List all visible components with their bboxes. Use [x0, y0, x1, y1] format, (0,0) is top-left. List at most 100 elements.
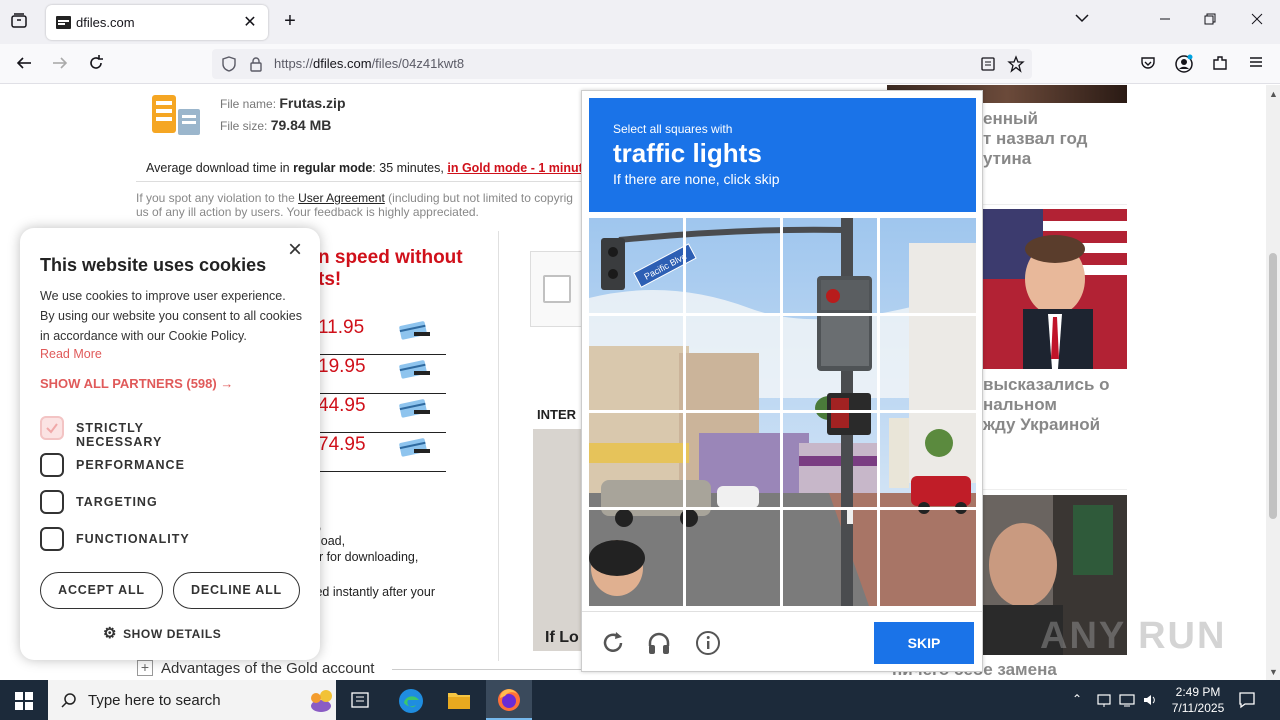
targeting-checkbox[interactable]: [40, 490, 64, 514]
price-value: 11.95: [318, 317, 365, 338]
gold-benefits-text: , load, er for downloading,: [312, 518, 419, 564]
price-row[interactable]: 74.95: [300, 434, 446, 472]
firefox-icon: [498, 689, 520, 711]
read-more-link[interactable]: Read More: [40, 347, 102, 361]
notification-icon[interactable]: [1238, 691, 1256, 709]
site-favicon-icon: [56, 16, 71, 29]
violation-notice: If you spot any violation to the User Ag…: [136, 191, 573, 219]
search-icon: [61, 693, 76, 708]
decline-all-button[interactable]: DECLINE ALL: [173, 572, 300, 609]
tab-list-icon[interactable]: [8, 12, 30, 35]
list-all-tabs-icon[interactable]: [1072, 10, 1092, 31]
audio-challenge-icon[interactable]: [646, 630, 672, 656]
navigation-toolbar: https://dfiles.com/files/04z41kwt8: [0, 44, 1280, 84]
watermark-text: ANY RUN: [1040, 615, 1227, 657]
file-name: Frutas.zip: [279, 95, 346, 111]
payment-card-icon: [399, 399, 430, 418]
news-headline-1[interactable]: енный т назвал год утина: [983, 109, 1087, 169]
functionality-checkbox[interactable]: [40, 527, 64, 551]
show-partners-link[interactable]: SHOW ALL PARTNERS (598) →: [40, 376, 233, 391]
shield-icon[interactable]: [221, 56, 237, 72]
payment-card-icon: [399, 438, 430, 457]
task-view-icon[interactable]: [350, 691, 370, 709]
windows-taskbar: Type here to search ⌃ 2:49 PM 7/11/2025: [0, 680, 1280, 720]
bookmark-star-icon[interactable]: [1007, 55, 1025, 73]
payment-card-icon: [399, 360, 430, 379]
restore-icon[interactable]: [1200, 12, 1220, 30]
price-value: 74.95: [318, 434, 366, 455]
taskbar-search-box[interactable]: Type here to search: [48, 680, 336, 720]
gold-promo-heading: n speed without ts!: [318, 247, 463, 290]
captcha-image-grid[interactable]: Pacific Blvd: [589, 218, 976, 606]
captcha-target: traffic lights: [613, 138, 762, 168]
cookie-close-icon[interactable]: ×: [288, 236, 302, 264]
advantages-heading[interactable]: Advantages of the Gold account: [161, 660, 374, 677]
ad-image: [533, 429, 583, 651]
url-text[interactable]: https://dfiles.com/files/04z41kwt8: [274, 56, 464, 71]
file-size: 79.84 MB: [270, 117, 332, 133]
lock-icon[interactable]: [249, 56, 263, 72]
new-tab-icon[interactable]: +: [280, 10, 300, 33]
cookie-consent-dialog: × This website uses cookies We use cooki…: [20, 228, 320, 660]
window-close-icon[interactable]: [1247, 12, 1267, 30]
firefox-taskbar-button[interactable]: [486, 680, 532, 720]
gold-mode-link[interactable]: in Gold mode - 1 minut: [447, 161, 582, 175]
search-placeholder: Type here to search: [88, 692, 221, 709]
browser-tab-bar: dfiles.com ✕ +: [0, 0, 1280, 44]
address-bar[interactable]: https://dfiles.com/files/04z41kwt8: [212, 49, 1032, 79]
tray-chevron-icon[interactable]: ⌃: [1072, 692, 1082, 706]
captcha-challenge: Select all squares with traffic lights I…: [581, 90, 983, 672]
captcha-instruction: Select all squares with: [613, 122, 733, 136]
clock[interactable]: 2:49 PM 7/11/2025: [1170, 684, 1226, 716]
cookie-description: We use cookies to improve user experienc…: [40, 289, 302, 343]
app-menu-icon[interactable]: [1246, 54, 1266, 75]
edge-icon[interactable]: [398, 688, 424, 714]
gold-benefits-text-2: ted instantly after your: [312, 585, 435, 599]
performance-checkbox[interactable]: [40, 453, 64, 477]
news-image-2[interactable]: [983, 209, 1127, 369]
extensions-icon[interactable]: [1210, 54, 1230, 77]
price-row[interactable]: 44.95: [300, 395, 446, 433]
windows-start-icon[interactable]: [15, 692, 33, 710]
user-agreement-link[interactable]: User Agreement: [298, 191, 385, 205]
scroll-up-icon[interactable]: ▲: [1269, 89, 1278, 99]
minimize-icon[interactable]: [1155, 12, 1175, 30]
ad-caption: If Lo: [545, 629, 579, 646]
file-explorer-icon[interactable]: [447, 690, 471, 710]
back-icon[interactable]: [14, 54, 34, 77]
reader-view-icon[interactable]: [980, 56, 996, 72]
price-row[interactable]: 19.95: [300, 356, 446, 394]
news-headline-2[interactable]: высказались о нальном жду Украиной: [983, 375, 1110, 435]
file-name-row: File name: Frutas.zip: [220, 95, 346, 111]
inter-label: INTER: [537, 407, 576, 422]
reload-icon[interactable]: [86, 54, 106, 77]
captcha-checkbox[interactable]: [543, 275, 571, 303]
tab-close-icon[interactable]: ✕: [240, 12, 260, 32]
payment-card-icon: [399, 321, 430, 340]
accept-all-button[interactable]: ACCEPT ALL: [40, 572, 163, 609]
scrollbar-thumb[interactable]: [1269, 253, 1277, 519]
display-icon[interactable]: [1119, 692, 1135, 708]
price-value: 19.95: [318, 356, 366, 377]
scroll-down-icon[interactable]: ▼: [1269, 667, 1278, 677]
price-row[interactable]: 11.95: [300, 317, 446, 355]
forward-icon[interactable]: [50, 54, 70, 77]
pocket-icon[interactable]: [1138, 54, 1158, 77]
page-scrollbar[interactable]: ▲ ▼: [1266, 85, 1280, 681]
show-details-button[interactable]: ⚙ SHOW DETAILS: [103, 624, 221, 642]
archive-file-icon: [152, 95, 200, 135]
price-value: 44.95: [318, 395, 366, 416]
cookie-title: This website uses cookies: [40, 255, 267, 275]
strictly-necessary-checkbox[interactable]: [40, 416, 64, 440]
info-icon[interactable]: [695, 630, 721, 656]
network-icon[interactable]: [1096, 692, 1112, 708]
expand-icon[interactable]: +: [137, 660, 153, 676]
volume-icon[interactable]: [1142, 692, 1158, 708]
active-tab[interactable]: dfiles.com ✕: [46, 5, 268, 40]
search-highlight-icon: [311, 690, 332, 712]
skip-button[interactable]: SKIP: [874, 622, 974, 664]
reload-challenge-icon[interactable]: [600, 630, 626, 656]
tab-title: dfiles.com: [76, 15, 135, 30]
captcha-footer: SKIP: [582, 611, 982, 671]
account-icon[interactable]: [1174, 54, 1194, 79]
